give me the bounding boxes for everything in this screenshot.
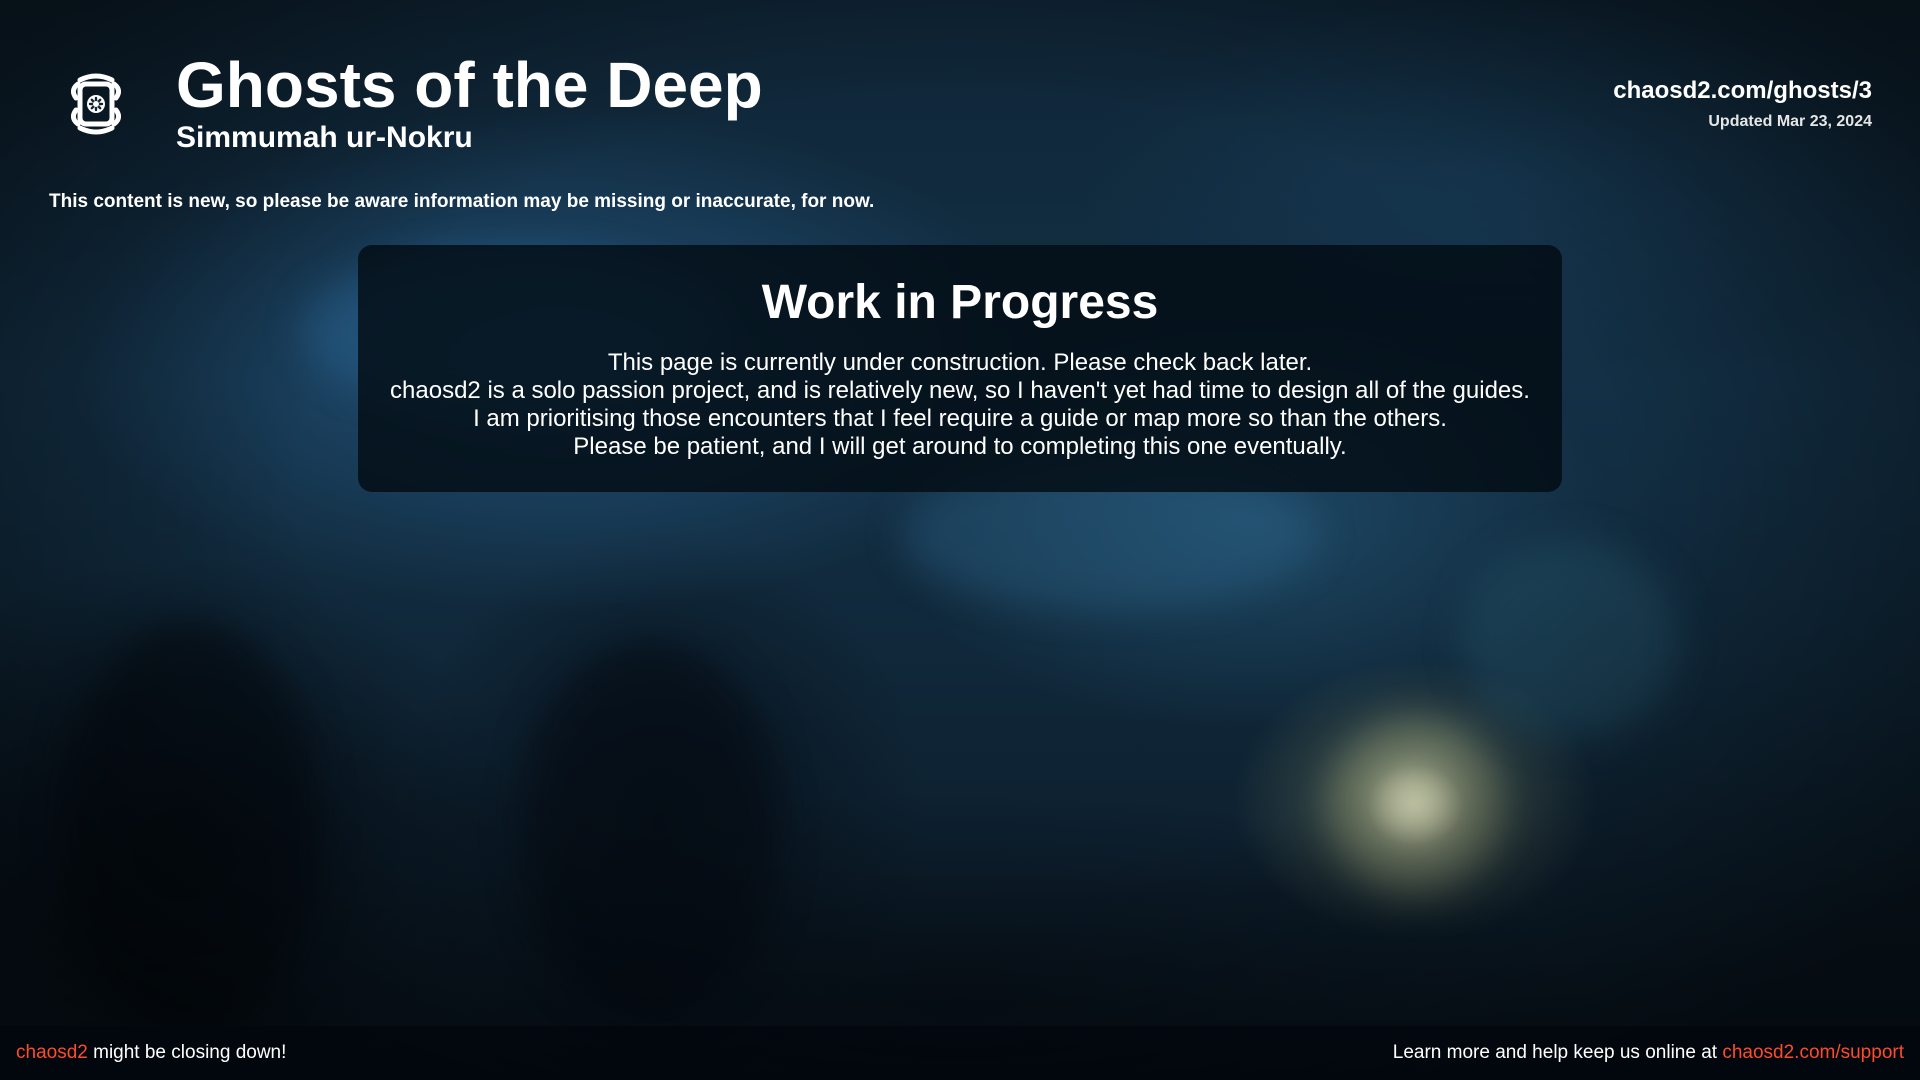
wip-line: I am prioritising those encounters that … — [473, 405, 1447, 432]
support-notice: Learn more and help keep us online at ch… — [1393, 1026, 1904, 1080]
updated-date: Updated Mar 23, 2024 — [1708, 113, 1872, 130]
wip-message: This page is currently under constructio… — [358, 349, 1562, 461]
work-in-progress-card: Work in Progress This page is currently … — [358, 245, 1562, 492]
page-title: Ghosts of the Deep — [176, 49, 763, 121]
wip-line: This page is currently under constructio… — [607, 349, 1313, 376]
wip-line: chaosd2 is a solo passion project, and i… — [390, 377, 1530, 404]
site-url: chaosd2.com/ghosts/3 — [1613, 77, 1872, 104]
closing-notice-text: might be closing down! — [87, 1042, 287, 1063]
support-link[interactable]: chaosd2.com/support — [1722, 1042, 1904, 1063]
content-notice: This content is new, so please be aware … — [49, 191, 875, 212]
closing-notice: chaosd2 might be closing down! — [16, 1026, 286, 1080]
wip-line: Please be patient, and I will get around… — [573, 433, 1347, 460]
wip-title: Work in Progress — [761, 276, 1159, 329]
support-notice-text: Learn more and help keep us online at — [1392, 1042, 1723, 1063]
chaosd2-link[interactable]: chaosd2 — [16, 1042, 88, 1063]
closing-banner: chaosd2 might be closing down! Learn mor… — [0, 1026, 1920, 1080]
page-subtitle: Simmumah ur-Nokru — [176, 121, 473, 154]
ghost-emblem-icon — [64, 70, 128, 138]
page-header: Ghosts of the Deep Simmumah ur-Nokru cha… — [0, 0, 1920, 170]
